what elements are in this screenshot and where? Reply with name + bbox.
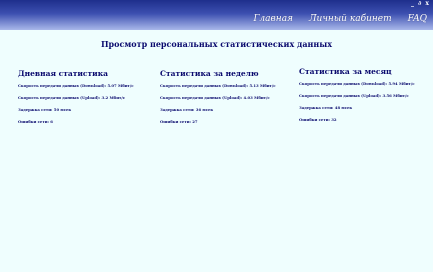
- window-controls-icon[interactable]: _ ∂ x: [411, 0, 430, 7]
- monthly-errors-value: 32: [331, 117, 337, 122]
- page-title: Просмотр персональных статистических дан…: [100, 39, 333, 49]
- monthly-download-label: Скорость передачи данных (Download):: [299, 81, 388, 86]
- weekly-stats-title: Статистика за неделю: [160, 69, 259, 78]
- daily-latency-row: Задержка сети: 50 мсек: [18, 107, 158, 112]
- monthly-upload-row: Скорость передачи данных (Upload): 3.56 …: [299, 93, 433, 98]
- daily-download-label: Скорость передачи данных (Download):: [18, 83, 107, 88]
- monthly-stats-section: Статистика за месяц Скорость передачи да…: [299, 67, 433, 129]
- daily-errors-value: 6: [50, 119, 53, 124]
- monthly-upload-label: Скорость передачи данных (Upload):: [299, 93, 382, 98]
- weekly-stats-section: Статистика за неделю Скорость передачи д…: [160, 69, 300, 131]
- weekly-errors-row: Ошибки сети: 27: [160, 119, 300, 124]
- weekly-errors-label: Ошибки сети:: [160, 119, 191, 124]
- daily-upload-value: 3.2 Мбит/с: [101, 95, 126, 100]
- daily-upload-label: Скорость передачи данных (Upload):: [18, 95, 101, 100]
- daily-latency-value: 50 мсек: [53, 107, 72, 112]
- monthly-stats-title: Статистика за месяц: [299, 67, 392, 76]
- top-navigation-bar: _ ∂ x Главная Личный кабинет FAQ: [0, 0, 433, 30]
- weekly-upload-value: 4.03 Мбит/с: [243, 95, 270, 100]
- monthly-latency-row: Задержка сети: 48 мсек: [299, 105, 433, 110]
- weekly-latency-row: Задержка сети: 36 мсек: [160, 107, 300, 112]
- weekly-errors-value: 27: [192, 119, 198, 124]
- monthly-errors-row: Ошибки сети: 32: [299, 117, 433, 122]
- weekly-download-label: Скорость передачи данных (Download):: [160, 83, 249, 88]
- nav-link-faq[interactable]: FAQ: [408, 14, 427, 24]
- weekly-download-value: 5.13 Мбит/с: [249, 83, 276, 88]
- weekly-upload-label: Скорость передачи данных (Upload):: [160, 95, 243, 100]
- daily-errors-label: Ошибки сети:: [18, 119, 49, 124]
- nav-link-home[interactable]: Главная: [253, 14, 293, 24]
- daily-stats-title: Дневная статистика: [18, 69, 108, 78]
- weekly-upload-row: Скорость передачи данных (Upload): 4.03 …: [160, 95, 300, 100]
- daily-download-row: Скорость передачи данных (Download): 5.0…: [18, 83, 158, 88]
- weekly-latency-label: Задержка сети:: [160, 107, 195, 112]
- daily-download-value: 5.07 Мбит/с: [107, 83, 134, 88]
- nav-link-account[interactable]: Личный кабинет: [309, 14, 392, 24]
- monthly-download-row: Скорость передачи данных (Download): 5.9…: [299, 81, 433, 86]
- monthly-upload-value: 3.56 Мбит/с: [382, 93, 409, 98]
- main-nav: Главная Личный кабинет FAQ: [253, 14, 427, 24]
- monthly-latency-label: Задержка сети:: [299, 105, 334, 110]
- weekly-download-row: Скорость передачи данных (Download): 5.1…: [160, 83, 300, 88]
- daily-upload-row: Скорость передачи данных (Upload): 3.2 М…: [18, 95, 158, 100]
- daily-errors-row: Ошибки сети: 6: [18, 119, 158, 124]
- monthly-latency-value: 48 мсек: [334, 105, 353, 110]
- weekly-latency-value: 36 мсек: [195, 107, 214, 112]
- monthly-download-value: 5.94 Мбит/с: [388, 81, 415, 86]
- daily-latency-label: Задержка сети:: [18, 107, 53, 112]
- monthly-errors-label: Ошибки сети:: [299, 117, 330, 122]
- daily-stats-section: Дневная статистика Скорость передачи дан…: [18, 69, 158, 131]
